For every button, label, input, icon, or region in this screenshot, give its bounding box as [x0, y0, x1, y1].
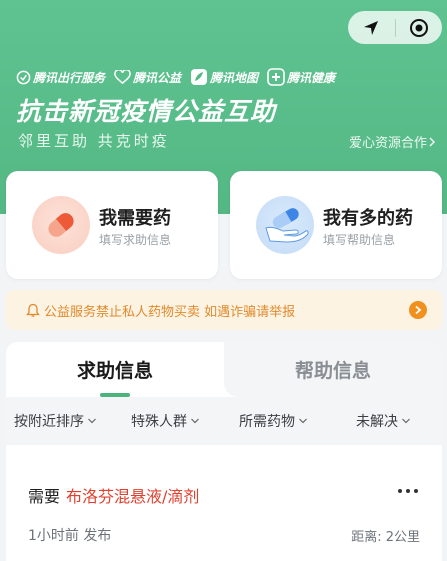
partner-logos: 腾讯出行服务 腾讯公益 腾讯地图 腾讯健康	[16, 68, 344, 86]
notice-text: 公益服务禁止私人药物买卖 如遇诈骗请举报	[44, 304, 296, 320]
filter-label: 未解决	[356, 414, 398, 430]
info-panel: 求助信息 帮助信息 按附近排序 特殊人群 所需药物 未解决 需要 布洛芬混悬液/…	[6, 342, 442, 561]
filter-required-drug[interactable]: 所需药物	[239, 411, 308, 431]
chevron-right-icon	[429, 136, 436, 147]
distance: 距离: 2公里	[351, 530, 420, 545]
partner-health: 腾讯健康	[267, 68, 335, 86]
filter-label: 特殊人群	[131, 414, 187, 430]
card-title: 我需要药	[99, 208, 171, 229]
chevron-down-icon	[191, 418, 199, 424]
target-icon[interactable]	[395, 11, 442, 44]
card-title: 我有多的药	[323, 208, 413, 229]
filter-label: 按附近排序	[14, 414, 84, 430]
location-arrow-icon[interactable]	[348, 11, 395, 44]
filter-sort-nearby[interactable]: 按附近排序	[14, 411, 97, 431]
safety-notice-bar[interactable]: 公益服务禁止私人药物买卖 如遇诈骗请举报	[6, 290, 442, 330]
partner-label: 腾讯出行服务	[33, 70, 106, 85]
post-time: 1小时前 发布	[28, 528, 112, 544]
mini-program-capsule	[348, 11, 442, 44]
need-medicine-card[interactable]: 我需要药 填写求助信息	[6, 171, 218, 279]
pill-capsule-icon	[32, 196, 90, 254]
tab-label: 求助信息	[76, 360, 153, 382]
tencent-charity-icon	[114, 69, 131, 84]
card-subtitle: 填写求助信息	[99, 233, 172, 247]
partner-label: 腾讯健康	[287, 70, 336, 85]
hand-pill-icon	[256, 196, 314, 254]
partner-charity: 腾讯公益	[114, 69, 181, 86]
page-title: 抗击新冠疫情公益互助	[16, 97, 277, 126]
request-list-item[interactable]: 需要 布洛芬混悬液/滴剂 1小时前 发布 距离: 2公里	[6, 445, 442, 561]
tab-label: 帮助信息	[294, 360, 371, 382]
have-medicine-card[interactable]: 我有多的药 填写帮助信息	[230, 171, 442, 279]
filter-unresolved[interactable]: 未解决	[356, 411, 411, 431]
tencent-map-icon	[191, 69, 208, 85]
partner-travel: 腾讯出行服务	[16, 69, 105, 86]
partner-map: 腾讯地图	[190, 68, 258, 86]
partner-label: 腾讯地图	[210, 70, 259, 85]
filter-bar: 按附近排序 特殊人群 所需药物 未解决	[6, 397, 442, 445]
card-subtitle: 填写帮助信息	[323, 233, 396, 247]
request-prefix: 需要	[28, 487, 61, 506]
bell-icon	[26, 303, 40, 317]
more-options-icon[interactable]	[394, 489, 418, 493]
page-subtitle: 邻里互助 共克时疫	[18, 132, 170, 150]
resource-cooperation-link[interactable]: 爱心资源合作	[349, 132, 437, 151]
tab-bar: 求助信息 帮助信息	[6, 342, 442, 397]
request-heading: 需要 布洛芬混悬液/滴剂	[28, 483, 199, 507]
partner-label: 腾讯公益	[133, 70, 182, 85]
chevron-down-icon	[299, 418, 307, 424]
chevron-down-icon	[402, 418, 410, 424]
resource-link-label: 爱心资源合作	[348, 136, 427, 151]
filter-label: 所需药物	[239, 414, 295, 430]
tab-offer-help[interactable]: 帮助信息	[224, 342, 442, 397]
chevron-down-icon	[88, 418, 96, 424]
tencent-health-icon	[267, 68, 285, 86]
tab-seek-help[interactable]: 求助信息	[6, 342, 224, 397]
filter-special-group[interactable]: 特殊人群	[131, 411, 200, 431]
tencent-travel-icon	[16, 70, 31, 84]
arrow-right-circle-icon[interactable]	[409, 301, 427, 319]
requested-drug: 布洛芬混悬液/滴剂	[66, 487, 200, 506]
